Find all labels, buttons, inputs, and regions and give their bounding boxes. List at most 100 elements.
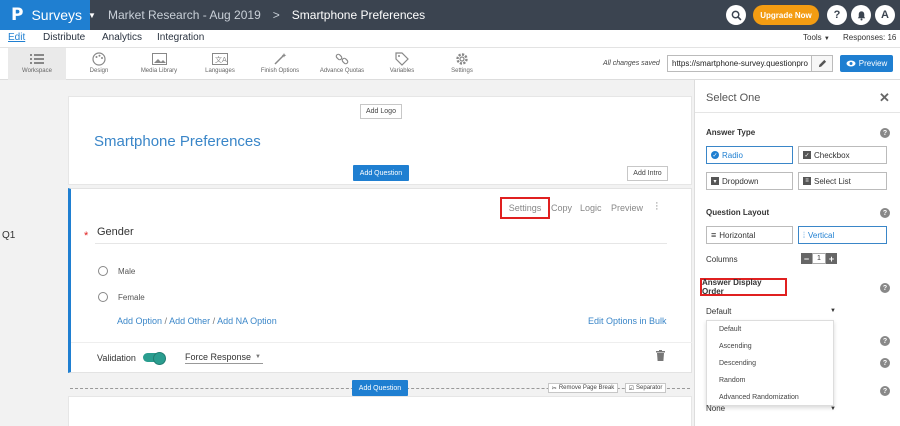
- responses-count[interactable]: Responses: 16: [843, 33, 896, 42]
- survey-title[interactable]: Smartphone Preferences: [94, 133, 261, 150]
- image-icon: [151, 53, 167, 65]
- chevron-down-icon: ▼: [255, 354, 261, 360]
- notifications-button[interactable]: [851, 5, 871, 25]
- user-avatar[interactable]: A: [875, 5, 895, 25]
- pencil-icon: [818, 59, 826, 68]
- translate-icon: 文A: [212, 53, 228, 65]
- validation-label: Validation: [97, 353, 136, 363]
- display-order-select[interactable]: Default ▼: [706, 307, 836, 316]
- menu-distribute[interactable]: Distribute: [43, 32, 85, 43]
- validation-toggle[interactable]: [143, 352, 166, 365]
- next-question-card: [68, 396, 692, 426]
- dropdown-option[interactable]: Advanced Randomization: [719, 394, 799, 401]
- chevron-down-icon: ▼: [830, 406, 836, 412]
- chevron-down-icon: ▼: [823, 36, 830, 42]
- tool-workspace[interactable]: Workspace: [8, 48, 66, 80]
- option-radio[interactable]: [98, 266, 108, 276]
- tool-finish-options[interactable]: Finish Options: [256, 50, 304, 74]
- tool-label: Workspace: [22, 68, 52, 74]
- dropdown-icon: ▾: [711, 177, 719, 185]
- tool-settings[interactable]: Settings: [446, 50, 478, 74]
- question-settings-link[interactable]: Settings: [500, 197, 550, 219]
- breadcrumb-current: Smartphone Preferences: [291, 8, 426, 22]
- answer-type-checkbox[interactable]: ✓ Checkbox: [798, 146, 887, 164]
- tool-media-library[interactable]: Media Library: [134, 50, 184, 74]
- more-options-icon[interactable]: · · ·: [655, 198, 659, 215]
- preview-button[interactable]: Preview: [840, 55, 893, 72]
- divider: [695, 112, 900, 113]
- add-intro-button[interactable]: Add Intro: [627, 166, 668, 181]
- help-icon[interactable]: ?: [880, 336, 890, 346]
- upgrade-button[interactable]: Upgrade Now: [753, 5, 819, 25]
- dropdown-option[interactable]: Ascending: [719, 343, 752, 350]
- bottom-select-value: None: [706, 404, 726, 413]
- tool-advance-quotas[interactable]: Advance Quotas: [316, 50, 368, 74]
- layout-vertical[interactable]: ⦙ Vertical: [798, 226, 887, 244]
- panel-title: Select One: [706, 92, 761, 104]
- separator-button[interactable]: ☑ Separator: [625, 383, 666, 393]
- menu-analytics[interactable]: Analytics: [102, 32, 142, 43]
- add-logo-button[interactable]: Add Logo: [360, 104, 402, 119]
- tool-languages[interactable]: 文A Languages: [198, 50, 242, 74]
- delete-question-button[interactable]: [656, 350, 665, 364]
- add-other-link[interactable]: Add Other: [169, 316, 210, 326]
- answer-type-dropdown[interactable]: ▾ Dropdown: [706, 172, 793, 190]
- save-status: All changes saved: [603, 60, 660, 67]
- breadcrumb-folder[interactable]: Market Research - Aug 2019: [108, 8, 261, 22]
- option-radio[interactable]: [98, 292, 108, 302]
- horizontal-lines-icon: ≡: [711, 230, 717, 240]
- help-icon[interactable]: ?: [880, 208, 890, 218]
- dropdown-option[interactable]: Descending: [719, 360, 756, 367]
- validation-select[interactable]: Force Response ▼: [185, 352, 263, 364]
- minus-icon[interactable]: −: [801, 253, 812, 264]
- help-button[interactable]: ?: [827, 5, 847, 25]
- app-switcher[interactable]: P Surveys ▼: [0, 0, 96, 30]
- display-order-dropdown: Default Ascending Descending Random Adva…: [706, 320, 834, 406]
- divider: [95, 243, 667, 244]
- option-label[interactable]: Male: [118, 267, 135, 276]
- option-label[interactable]: Female: [118, 293, 145, 302]
- question-logic-link[interactable]: Logic: [580, 203, 602, 213]
- gear-icon: [456, 53, 468, 65]
- bottom-select[interactable]: None ▼: [706, 404, 836, 413]
- answer-type-radio[interactable]: ✓ Radio: [706, 146, 793, 164]
- add-question-button-2[interactable]: Add Question: [352, 380, 408, 396]
- dropdown-option[interactable]: Random: [719, 377, 745, 384]
- tool-variables[interactable]: Variables: [384, 50, 420, 74]
- help-icon[interactable]: ?: [880, 386, 890, 396]
- tool-label: Design: [89, 68, 109, 74]
- search-button[interactable]: [726, 5, 746, 25]
- add-na-option-link[interactable]: Add NA Option: [217, 316, 277, 326]
- tool-label: Variables: [389, 68, 415, 74]
- layout-horizontal[interactable]: ≡ Horizontal: [706, 226, 793, 244]
- checkbox-icon: ✓: [803, 151, 811, 159]
- close-icon[interactable]: ✕: [879, 90, 890, 106]
- help-icon[interactable]: ?: [880, 283, 890, 293]
- question-title[interactable]: Gender: [97, 226, 134, 238]
- tool-design[interactable]: Design: [78, 50, 120, 74]
- add-option-link[interactable]: Add Option: [117, 316, 162, 326]
- menu-integration[interactable]: Integration: [157, 32, 204, 43]
- edit-options-bulk-link[interactable]: Edit Options in Bulk: [588, 316, 667, 326]
- survey-url-field[interactable]: https://smartphone-survey.questionpro: [667, 55, 812, 72]
- help-icon[interactable]: ?: [880, 358, 890, 368]
- toolbar: Workspace Design Media Library 文A Langua…: [0, 47, 900, 80]
- question-preview-link[interactable]: Preview: [611, 203, 643, 213]
- add-question-button[interactable]: Add Question: [353, 165, 409, 181]
- answer-type-select-list[interactable]: ≡ Select List: [798, 172, 887, 190]
- check-square-icon: ☑: [628, 385, 635, 392]
- divider: [71, 342, 692, 343]
- answer-type-label: Answer Type: [706, 128, 756, 137]
- help-icon[interactable]: ?: [880, 128, 890, 138]
- plus-icon[interactable]: +: [826, 253, 837, 264]
- edit-url-button[interactable]: [812, 55, 833, 72]
- menu-edit[interactable]: Edit: [8, 32, 25, 43]
- dropdown-option[interactable]: Default: [719, 326, 741, 333]
- columns-value[interactable]: 1: [812, 253, 826, 264]
- question-copy-link[interactable]: Copy: [551, 203, 572, 213]
- menu-bar: Edit Distribute Analytics Integration To…: [0, 30, 900, 47]
- answer-type-label-dropdown: Dropdown: [722, 176, 759, 186]
- link-separator: /: [212, 316, 216, 326]
- tools-menu[interactable]: Tools ▼: [803, 33, 830, 42]
- remove-page-break-button[interactable]: ✂ Remove Page Break: [548, 383, 618, 393]
